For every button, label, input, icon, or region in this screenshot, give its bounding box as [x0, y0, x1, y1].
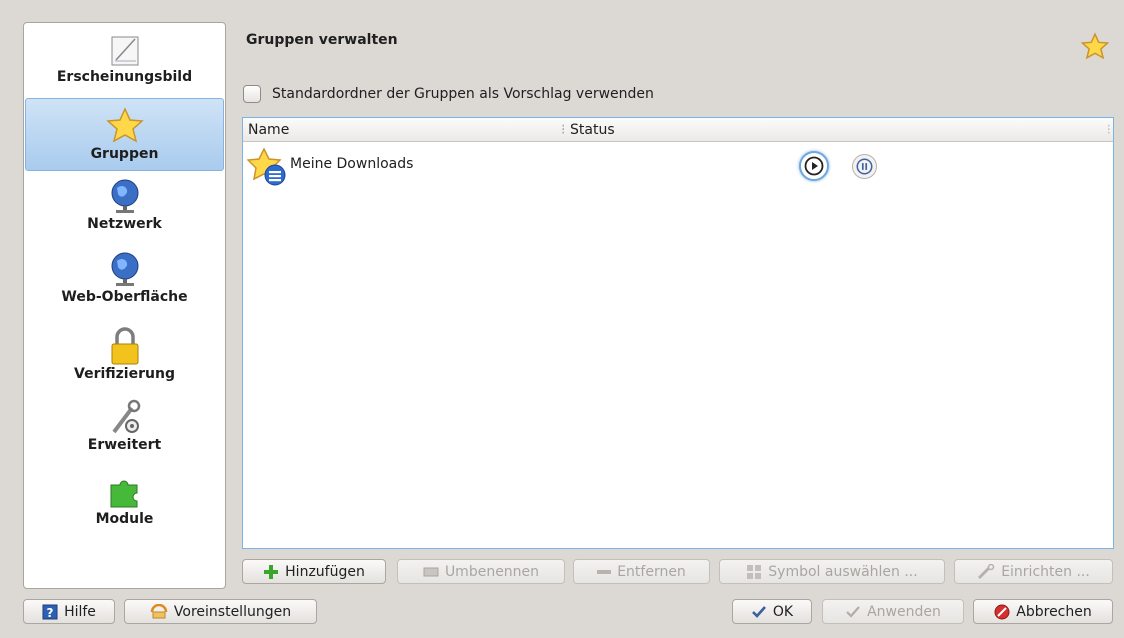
rename-button[interactable]: Umbenennen [397, 559, 565, 584]
sidebar-item-erweitert[interactable]: Erweitert [25, 399, 224, 463]
help-button-label: Hilfe [64, 603, 96, 620]
choose-symbol-button[interactable]: Symbol auswählen ... [719, 559, 945, 584]
defaults-button-label: Voreinstellungen [173, 603, 292, 620]
star-icon [105, 107, 144, 143]
tools-icon [111, 399, 140, 434]
groups-list[interactable]: Name ⁝ Status ⁝ Meine Downloads [242, 117, 1114, 549]
sidebar-item-label: Web-Oberfläche [61, 289, 188, 305]
cancel-button[interactable]: Abbrechen [973, 599, 1113, 624]
default-folder-checkbox-label: Standardordner der Gruppen als Vorschlag… [272, 86, 654, 102]
add-button-label: Hinzufügen [285, 563, 365, 580]
list-header: Name ⁝ Status ⁝ [243, 118, 1113, 142]
sidebar-item-erscheinungsbild[interactable]: Erscheinungsbild [25, 33, 224, 97]
choose-symbol-button-label: Symbol auswählen ... [768, 563, 918, 580]
rename-button-label: Umbenennen [444, 563, 540, 580]
list-item[interactable]: Meine Downloads [243, 145, 1113, 186]
sidebar-item-label: Netzwerk [87, 216, 162, 232]
rename-icon [423, 567, 439, 576]
remove-button[interactable]: Entfernen [573, 559, 710, 584]
lock-icon [111, 327, 138, 365]
help-icon: ? [42, 604, 58, 620]
appearance-icon [111, 36, 138, 66]
svg-text:?: ? [47, 606, 54, 620]
sidebar-item-gruppen[interactable]: Gruppen [25, 98, 224, 171]
page-title: Gruppen verwalten [246, 32, 398, 48]
column-header-status[interactable]: Status [570, 122, 615, 138]
add-button[interactable]: Hinzufügen [242, 559, 386, 584]
sidebar-item-netzwerk[interactable]: Netzwerk [25, 178, 224, 242]
group-folder-icon [247, 147, 286, 186]
defaults-button[interactable]: Voreinstellungen [124, 599, 317, 624]
cancel-icon [994, 604, 1010, 619]
ok-button-label: OK [772, 603, 794, 620]
ok-button[interactable]: OK [732, 599, 812, 624]
checkmark-icon [846, 605, 860, 618]
column-header-name[interactable]: Name [248, 122, 289, 138]
sidebar-item-web-oberflaeche[interactable]: Web-Oberfläche [25, 251, 224, 315]
default-folder-checkbox-row[interactable]: Standardordner der Gruppen als Vorschlag… [243, 85, 654, 103]
apply-button[interactable]: Anwenden [822, 599, 964, 624]
sidebar-item-label: Gruppen [90, 146, 159, 162]
sidebar-item-label: Module [95, 511, 154, 527]
sidebar-item-label: Erscheinungsbild [56, 69, 193, 85]
globe-icon [111, 179, 138, 213]
star-icon [1081, 32, 1109, 60]
sidebar-item-verifizierung[interactable]: Verifizierung [25, 326, 224, 392]
add-icon [264, 564, 279, 579]
sidebar-item-module[interactable]: Module [25, 473, 224, 537]
sidebar: Erscheinungsbild Gruppen Netzwerk Web-Ob… [23, 22, 226, 589]
grid-icon [747, 564, 762, 579]
configure-button-label: Einrichten ... [1001, 563, 1090, 580]
wrench-icon [978, 563, 995, 579]
start-icon [804, 156, 824, 176]
remove-icon [597, 569, 612, 574]
column-separator: ⁝ [1106, 122, 1111, 138]
defaults-icon [150, 603, 168, 618]
default-folder-checkbox[interactable] [243, 85, 261, 103]
cancel-button-label: Abbrechen [1016, 603, 1092, 620]
sidebar-item-label: Erweitert [87, 437, 162, 453]
start-button[interactable] [799, 151, 829, 181]
globe-icon [111, 252, 138, 286]
checkmark-icon [751, 605, 766, 618]
column-separator[interactable]: ⁝ [561, 122, 565, 138]
puzzle-icon [110, 480, 137, 508]
pause-button[interactable] [852, 154, 877, 179]
sidebar-item-label: Verifizierung [74, 366, 175, 382]
help-button[interactable]: ? Hilfe [23, 599, 115, 624]
configure-button[interactable]: Einrichten ... [954, 559, 1113, 584]
apply-button-label: Anwenden [867, 603, 941, 620]
remove-button-label: Entfernen [617, 563, 686, 580]
group-name: Meine Downloads [290, 156, 414, 172]
pause-icon [856, 158, 873, 175]
